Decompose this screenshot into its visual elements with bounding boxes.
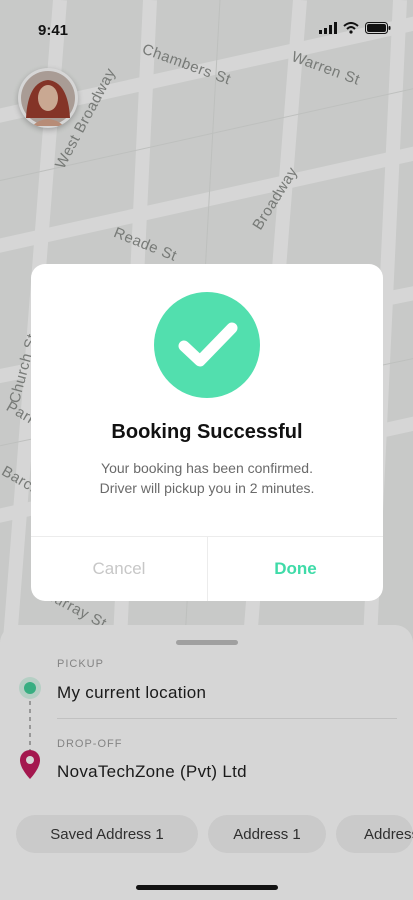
dialog-message: Your booking has been confirmed. Driver … [61, 458, 353, 498]
booking-success-dialog: Booking Successful Your booking has been… [31, 264, 383, 601]
booking-screen: Broadway Reade St Church St Park Pl Barc… [0, 0, 413, 900]
done-button[interactable]: Done [208, 537, 383, 601]
dialog-message-line2: Driver will pickup you in 2 minutes. [99, 480, 315, 496]
cancel-button[interactable]: Cancel [31, 537, 207, 601]
success-badge [154, 292, 260, 398]
check-icon [178, 322, 238, 367]
dialog-message-line1: Your booking has been confirmed. [101, 460, 313, 476]
dialog-title: Booking Successful [111, 421, 303, 443]
